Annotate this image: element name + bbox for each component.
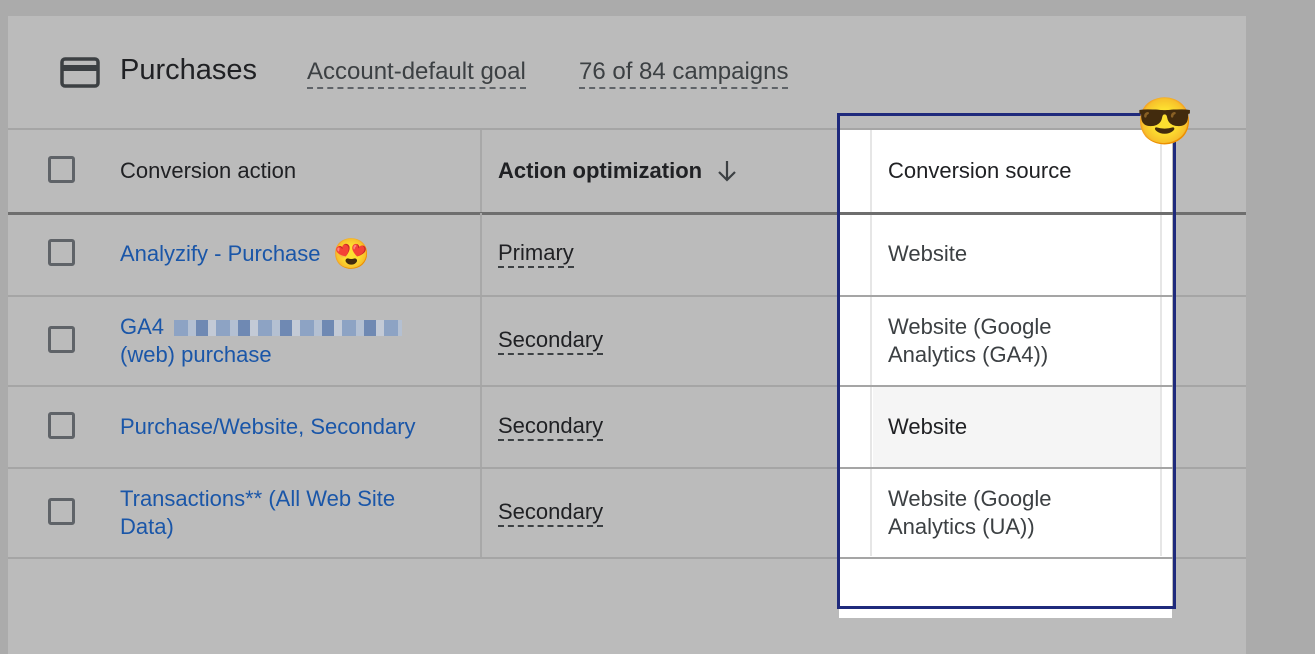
column-divider: [480, 297, 482, 385]
table-row[interactable]: Analyzify - Purchase 😍 Primary Website: [8, 213, 1246, 297]
column-header-optimization[interactable]: Action optimization: [498, 130, 828, 212]
optimization-cell: Primary: [498, 213, 828, 295]
action-cell: Analyzify - Purchase 😍: [120, 213, 475, 295]
source-cell: Website: [888, 213, 1158, 295]
action-cell: Purchase/Website, Secondary: [120, 387, 475, 467]
source-cell: Website (Google Analytics (UA)): [888, 469, 1158, 557]
source-value-line2: Analytics (UA)): [888, 514, 1035, 539]
source-cell: Website (Google Analytics (GA4)): [888, 297, 1158, 385]
optimization-cell: Secondary: [498, 387, 828, 467]
source-cell: Website: [873, 387, 1160, 467]
page-title: Purchases: [120, 54, 258, 86]
goal-header: Purchases Account-default goal 76 of 84 …: [8, 16, 1246, 128]
optimization-value[interactable]: Secondary: [498, 413, 604, 441]
arrow-down-icon: [718, 161, 736, 182]
heart-eyes-emoji: 😍: [332, 237, 370, 271]
optimization-value[interactable]: Secondary: [498, 327, 604, 355]
conversion-action-link[interactable]: GA4: [120, 314, 164, 339]
row-checkbox[interactable]: [48, 326, 75, 353]
column-divider: [480, 130, 482, 212]
source-value: Website: [888, 414, 968, 439]
conversion-action-link-line2[interactable]: (web) purchase: [120, 341, 402, 369]
redacted-text: [174, 320, 403, 337]
source-value: Website: [888, 241, 968, 266]
column-header-action[interactable]: Conversion action: [120, 130, 475, 212]
row-checkbox[interactable]: [48, 239, 75, 266]
table-row[interactable]: Transactions** (All Web Site Data) Secon…: [8, 469, 1246, 559]
action-line-1: GA4: [120, 313, 403, 341]
column-divider: [480, 387, 482, 467]
action-cell: GA4 (web) purchase: [120, 297, 475, 385]
cool-emoji: 😎: [1136, 95, 1194, 147]
conversion-action-link[interactable]: Transactions** (All Web Site: [120, 485, 395, 513]
action-cell: Transactions** (All Web Site Data): [120, 469, 475, 557]
conversion-goal-panel: Purchases Account-default goal 76 of 84 …: [8, 16, 1246, 654]
source-value-line1: Website (Google: [888, 314, 1052, 339]
credit-card-icon: [60, 57, 100, 88]
optimization-cell: Secondary: [498, 469, 828, 557]
source-value-line2: Analytics (GA4)): [888, 342, 1049, 367]
column-header-source[interactable]: Conversion source: [888, 130, 1158, 212]
conversion-action-link[interactable]: Purchase/Website, Secondary: [120, 413, 416, 441]
account-default-goal-link[interactable]: Account-default goal: [307, 58, 526, 89]
table-row[interactable]: GA4 (web) purchase Secondary Website (Go…: [8, 297, 1246, 387]
row-checkbox[interactable]: [48, 498, 75, 525]
conversion-action-link[interactable]: Analyzify - Purchase: [120, 240, 321, 268]
column-divider: [480, 469, 482, 557]
conversion-action-link-line2[interactable]: Data): [120, 513, 395, 541]
column-divider: [480, 213, 482, 295]
campaigns-count-link[interactable]: 76 of 84 campaigns: [579, 58, 789, 89]
optimization-cell: Secondary: [498, 297, 828, 385]
row-checkbox[interactable]: [48, 412, 75, 439]
optimization-value[interactable]: Secondary: [498, 499, 604, 527]
table-row[interactable]: Purchase/Website, Secondary Secondary We…: [8, 387, 1246, 469]
optimization-value[interactable]: Primary: [498, 240, 574, 268]
table-header-row: Conversion action Action optimization Co…: [8, 128, 1246, 215]
select-all-checkbox[interactable]: [48, 156, 75, 183]
source-value-line1: Website (Google: [888, 486, 1052, 511]
